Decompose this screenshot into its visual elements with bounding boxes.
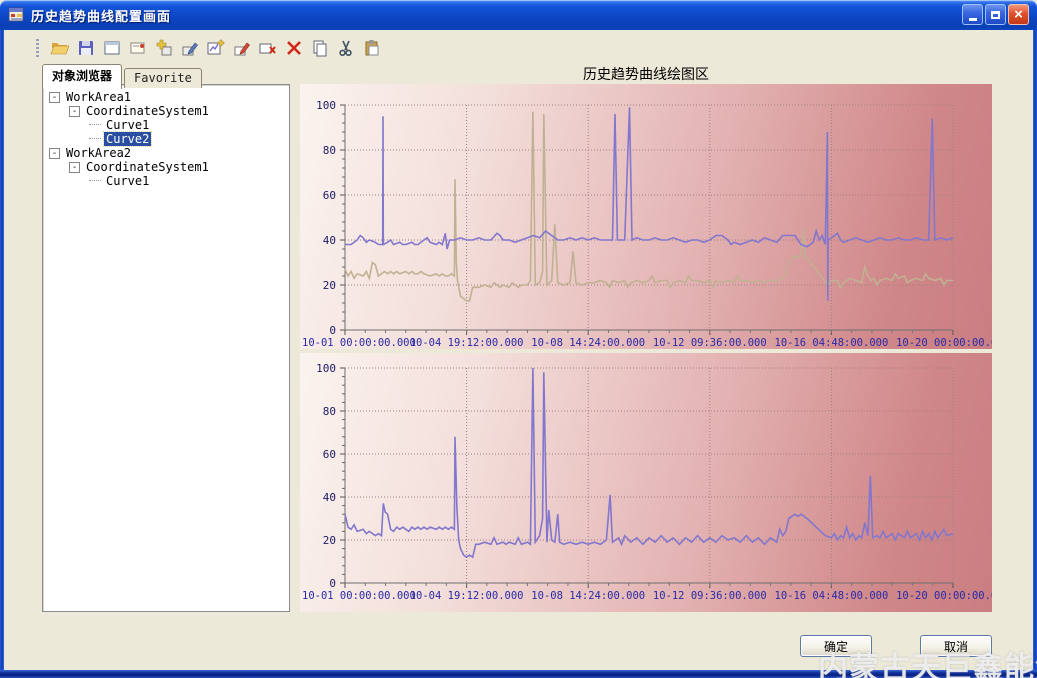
copy-icon[interactable] — [307, 36, 333, 60]
tree-item-curve2[interactable]: Curve2 — [43, 132, 289, 146]
edit-red-pencil-icon[interactable] — [229, 36, 255, 60]
maximize-icon[interactable] — [985, 4, 1006, 25]
trend-chart-lower: 0 20 40 60 80 100 10-01 00:00:00.00010-04 19:1… — [300, 353, 992, 612]
tree-item-workarea1[interactable]: -WorkArea1 — [43, 90, 289, 104]
svg-text:80: 80 — [323, 144, 336, 157]
tree-expander-icon[interactable]: - — [69, 162, 80, 173]
chart-svg: 0 20 40 60 80 100 10-01 00:00:00.00010-04 19:1… — [300, 353, 992, 612]
svg-text:40: 40 — [323, 491, 336, 504]
svg-text:100: 100 — [316, 362, 336, 375]
window-icon — [8, 7, 25, 23]
svg-text:10-16 04:48:00.000: 10-16 04:48:00.000 — [775, 337, 889, 349]
save-icon[interactable] — [73, 36, 99, 60]
minimize-icon[interactable] — [962, 4, 983, 25]
paste-icon[interactable] — [359, 36, 385, 60]
svg-text:60: 60 — [323, 448, 336, 461]
svg-text:10-20 00:00:00.000: 10-20 00:00:00.000 — [896, 337, 992, 349]
svg-text:10-12 09:36:00.000: 10-12 09:36:00.000 — [653, 590, 767, 602]
tree-item-workarea2[interactable]: -WorkArea2 — [43, 146, 289, 160]
sidebar-tabs: 对象浏览器 Favorite — [42, 63, 204, 88]
svg-text:10-08 14:24:00.000: 10-08 14:24:00.000 — [531, 337, 645, 349]
tree-expander-icon[interactable]: - — [49, 148, 60, 159]
tree-item-coordinatesystem1[interactable]: -CoordinateSystem1 — [43, 160, 289, 174]
edit-item-icon[interactable] — [177, 36, 203, 60]
tree-item-label: CoordinateSystem1 — [84, 160, 211, 174]
window-border-right — [1033, 30, 1037, 670]
open-folder-icon[interactable] — [47, 36, 73, 60]
window-title: 历史趋势曲线配置画面 — [31, 6, 171, 25]
tab-favorite[interactable]: Favorite — [124, 68, 202, 88]
svg-text:0: 0 — [329, 324, 336, 337]
svg-text:0: 0 — [329, 577, 336, 590]
tree-item-coordinatesystem1[interactable]: -CoordinateSystem1 — [43, 104, 289, 118]
tree-connector — [89, 180, 101, 182]
svg-text:10-16 04:48:00.000: 10-16 04:48:00.000 — [775, 590, 889, 602]
tree-item-label: WorkArea1 — [64, 90, 133, 104]
chart-area-title: 历史趋势曲线绘图区 — [300, 64, 992, 84]
svg-text:10-04 19:12:00.000: 10-04 19:12:00.000 — [410, 337, 524, 349]
object-tree[interactable]: -WorkArea1-CoordinateSystem1Curve1Curve2… — [42, 84, 290, 612]
svg-text:10-20 00:00:00.000: 10-20 00:00:00.000 — [896, 590, 992, 602]
chart-svg: 0 20 40 60 80 100 10-01 00:00:00.00010-04 19:1… — [300, 84, 992, 349]
trend-chart-upper: 0 20 40 60 80 100 10-01 00:00:00.00010-04 19:1… — [300, 84, 992, 349]
tree-connector — [89, 138, 101, 140]
close-icon[interactable]: × — [1008, 4, 1029, 25]
titlebar[interactable]: 历史趋势曲线配置画面 × — [0, 0, 1037, 30]
svg-text:10-01 00:00:00.000: 10-01 00:00:00.000 — [302, 337, 416, 349]
tab-object-browser[interactable]: 对象浏览器 — [42, 64, 122, 89]
tree-item-label: WorkArea2 — [64, 146, 133, 160]
tree-expander-icon[interactable]: - — [69, 106, 80, 117]
svg-text:40: 40 — [323, 234, 336, 247]
tree-connector — [89, 124, 101, 126]
svg-text:60: 60 — [323, 189, 336, 202]
svg-text:20: 20 — [323, 279, 336, 292]
add-item-icon[interactable] — [151, 36, 177, 60]
tree-item-label: Curve2 — [104, 132, 151, 146]
svg-text:100: 100 — [316, 99, 336, 112]
new-window-icon[interactable] — [99, 36, 125, 60]
window-border-left — [0, 30, 4, 670]
svg-text:80: 80 — [323, 405, 336, 418]
svg-text:20: 20 — [323, 534, 336, 547]
tree-item-curve1[interactable]: Curve1 — [43, 118, 289, 132]
watermark-text: 内蒙古天巨鑫能源 — [818, 643, 1037, 678]
svg-text:10-08 14:24:00.000: 10-08 14:24:00.000 — [531, 590, 645, 602]
svg-text:10-04 19:12:00.000: 10-04 19:12:00.000 — [410, 590, 524, 602]
delete-icon[interactable] — [281, 36, 307, 60]
tree-item-label: Curve1 — [104, 174, 151, 188]
toolbar-grip-icon[interactable] — [36, 39, 39, 57]
tree-item-label: Curve1 — [104, 118, 151, 132]
cut-icon[interactable] — [333, 36, 359, 60]
add-chart-icon[interactable] — [203, 36, 229, 60]
delete-item-icon[interactable] — [255, 36, 281, 60]
tree-expander-icon[interactable]: - — [49, 92, 60, 103]
tree-item-label: CoordinateSystem1 — [84, 104, 211, 118]
svg-text:10-12 09:36:00.000: 10-12 09:36:00.000 — [653, 337, 767, 349]
toolbar — [36, 36, 385, 60]
config-dialog-window: 历史趋势曲线配置画面 × 对象浏览器 Favorite -WorkArea1-C… — [0, 0, 1037, 678]
form-icon[interactable] — [125, 36, 151, 60]
tree-item-curve1[interactable]: Curve1 — [43, 174, 289, 188]
svg-text:10-01 00:00:00.000: 10-01 00:00:00.000 — [302, 590, 416, 602]
